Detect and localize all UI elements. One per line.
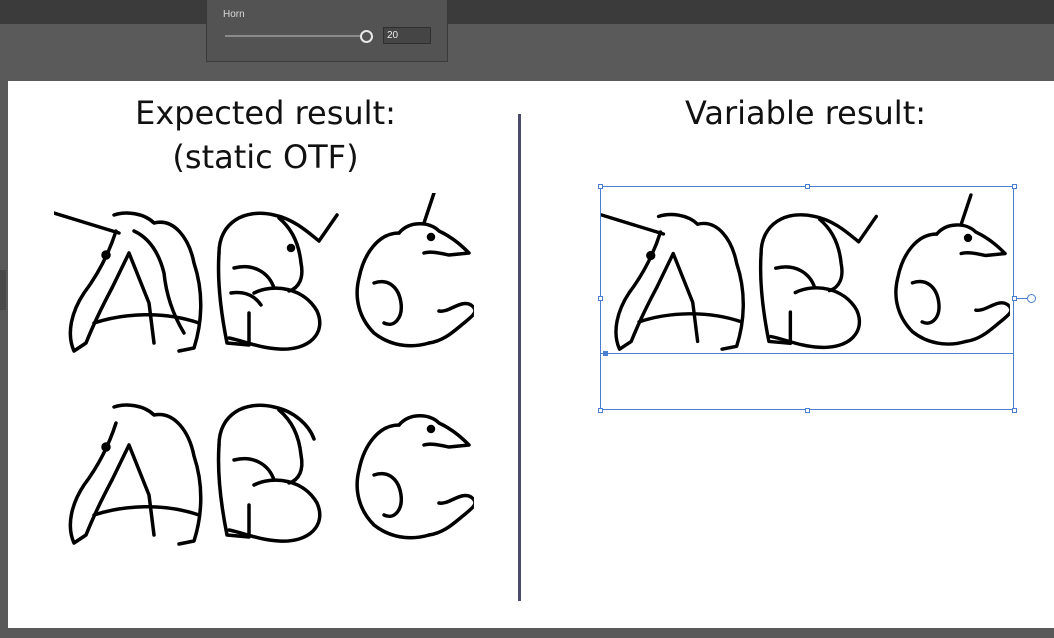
expected-result-heading: Expected result: <box>135 94 396 132</box>
expected-glyphs-plain <box>64 399 474 549</box>
selection-handle-top-left[interactable] <box>598 184 603 189</box>
variable-font-axes-panel: Horn <box>206 0 448 62</box>
expected-glyphs-horned <box>54 193 474 358</box>
horn-value-input[interactable] <box>383 27 431 44</box>
left-tool-strip <box>0 270 6 310</box>
baseline-anchor-handle[interactable] <box>603 351 608 356</box>
horn-slider-thumb[interactable] <box>360 30 373 43</box>
text-frame-selection[interactable] <box>600 186 1014 410</box>
column-divider <box>518 114 521 601</box>
unicorn-letter-a <box>54 211 203 353</box>
static-otf-subheading: (static OTF) <box>172 138 359 176</box>
horn-axis-slider[interactable] <box>225 35 365 37</box>
status-area <box>0 628 1054 638</box>
selection-handle-top-center[interactable] <box>805 184 810 189</box>
text-baseline <box>600 353 1014 354</box>
variable-result-heading: Variable result: <box>684 94 927 132</box>
plain-letter-a <box>68 403 203 546</box>
selection-handle-bottom-left[interactable] <box>598 408 603 413</box>
plain-letter-c <box>355 414 474 540</box>
selection-handle-bottom-right[interactable] <box>1012 408 1017 413</box>
selection-handle-top-right[interactable] <box>1012 184 1017 189</box>
selection-handle-bottom-center[interactable] <box>805 408 810 413</box>
unicorn-letter-b <box>216 211 339 351</box>
plain-letter-b <box>216 403 322 543</box>
unicorn-letter-c <box>355 193 474 348</box>
app-top-bar <box>0 0 1054 24</box>
rotation-handle[interactable] <box>1027 294 1036 303</box>
selection-handle-middle-left[interactable] <box>598 296 603 301</box>
horn-axis-label: Horn <box>223 9 245 20</box>
artboard: Expected result: (static OTF) Variable r… <box>8 81 1054 628</box>
